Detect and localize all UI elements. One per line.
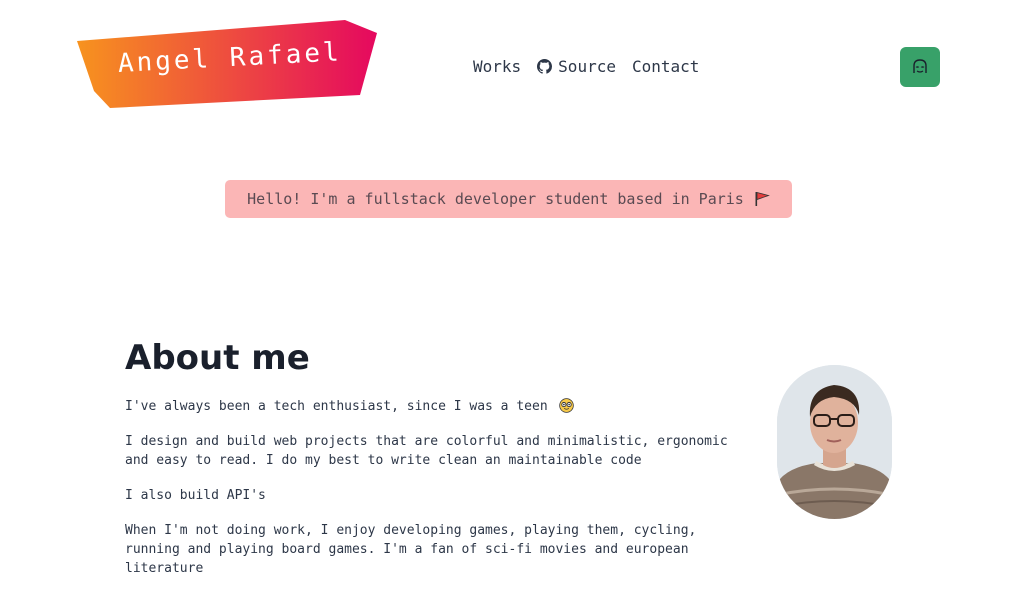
hacker-mask-icon	[913, 59, 927, 73]
about-paragraph-text: I've always been a tech enthusiast, sinc…	[125, 399, 548, 414]
about-paragraph: I also build API's	[125, 488, 266, 503]
intro-banner: Hello! I'm a fullstack developer student…	[225, 180, 792, 218]
nav-source[interactable]: Source	[537, 57, 616, 76]
red-flag-icon	[755, 191, 770, 206]
github-icon	[537, 59, 553, 74]
intro-banner-text: Hello! I'm a fullstack developer student…	[247, 190, 744, 208]
profile-photo-illustration	[777, 365, 892, 519]
nav-contact[interactable]: Contact	[632, 57, 699, 76]
theme-toggle-button[interactable]	[900, 47, 940, 87]
nav-source-label: Source	[558, 57, 616, 76]
nav-works[interactable]: Works	[473, 57, 521, 76]
about-paragraph: When I'm not doing work, I enjoy develop…	[125, 523, 697, 576]
page: Angel Rafael Works Source Contact Hello!…	[0, 0, 1034, 615]
main-nav: Works Source Contact	[473, 57, 699, 76]
about-paragraph: I design and build web projects that are…	[125, 434, 728, 468]
about-body: I've always been a tech enthusiast, sinc…	[125, 397, 735, 594]
nerd-face-icon	[559, 398, 575, 413]
profile-photo	[777, 365, 892, 519]
about-title: About me	[125, 338, 310, 378]
logo[interactable]: Angel Rafael	[77, 19, 377, 109]
about-paragraph: I've always been a tech enthusiast, sinc…	[125, 397, 735, 416]
